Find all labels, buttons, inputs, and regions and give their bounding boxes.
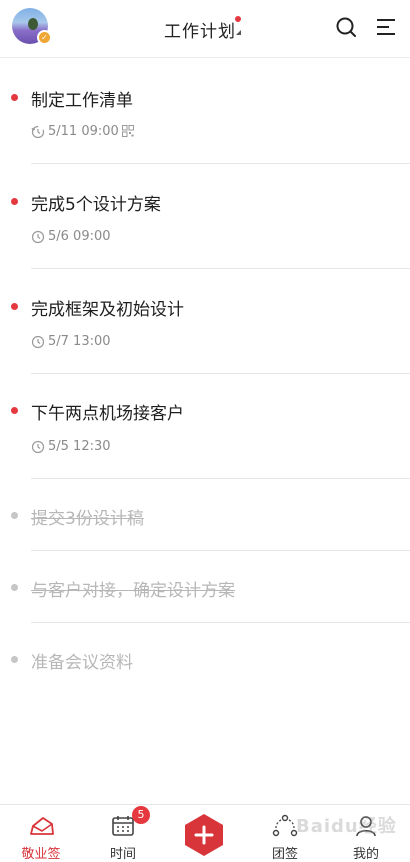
nav-label: 团签 [271, 847, 298, 862]
search-icon[interactable] [335, 16, 357, 38]
title-dropdown-icon[interactable] [236, 30, 241, 35]
team-icon [272, 814, 298, 837]
task-time: 5/11 09:00 [48, 124, 119, 139]
divider [31, 622, 410, 623]
status-dot [11, 584, 18, 591]
task-name: 完成5个设计方案 [31, 195, 161, 215]
qr-code-icon [122, 125, 134, 137]
nav-label: 时间 [109, 847, 136, 862]
clock-icon [31, 440, 45, 454]
task-name: 提交3份设计稿 [31, 509, 144, 529]
task-name: 下午两点机场接客户 [31, 404, 184, 424]
notification-badge: 5 [132, 806, 150, 824]
task-name: 完成框架及初始设计 [31, 300, 184, 320]
nav-label: 敬业签 [21, 847, 61, 862]
divider [31, 268, 410, 269]
task-time: 5/5 12:30 [48, 439, 111, 454]
task-time: 5/7 13:00 [48, 334, 111, 349]
clock-icon [31, 230, 45, 244]
divider [31, 163, 410, 164]
top-bar: ✓ 工作计划 [0, 0, 410, 58]
task-name: 准备会议资料 [31, 653, 133, 673]
watermark: Baidu经验 [296, 816, 397, 837]
add-button[interactable] [181, 812, 227, 858]
repeat-clock-icon [31, 125, 45, 139]
menu-icon[interactable] [375, 16, 397, 38]
divider [31, 478, 410, 479]
task-time: 5/6 09:00 [48, 229, 111, 244]
task-name: 制定工作清单 [31, 91, 133, 111]
divider [31, 373, 410, 374]
status-dot [11, 407, 18, 414]
status-dot [11, 656, 18, 663]
nav-item-note[interactable]: 敬业签 [6, 805, 76, 862]
divider [31, 550, 410, 551]
task-name: 与客户对接，确定设计方案 [31, 581, 235, 601]
title-notification-dot [235, 16, 241, 22]
nav-label: 我的 [352, 847, 379, 862]
status-dot [11, 303, 18, 310]
clock-icon [31, 335, 45, 349]
status-dot [11, 94, 18, 101]
note-icon [30, 817, 54, 835]
status-dot [11, 198, 18, 205]
status-dot [11, 512, 18, 519]
